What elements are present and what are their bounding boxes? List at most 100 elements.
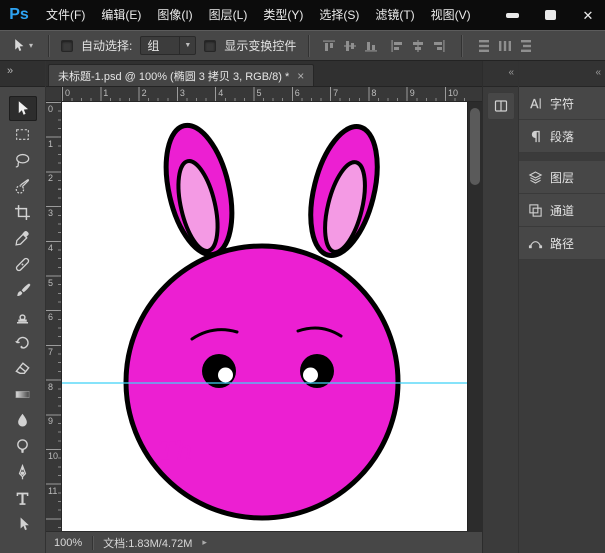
blur-tool[interactable] (9, 408, 37, 433)
document-tab-bar: 未标题-1.psd @ 100% (椭圆 3 拷贝 3, RGB/8) * × (46, 61, 482, 87)
tool-preset-picker[interactable]: ▾ (8, 36, 36, 55)
crop-icon (14, 204, 31, 221)
pen-tool[interactable] (9, 460, 37, 485)
history-brush-tool[interactable] (9, 330, 37, 355)
zoom-level-field[interactable]: 100% (54, 537, 82, 549)
distribute-horizontal-centers-button[interactable] (497, 38, 513, 54)
auto-select-checkbox[interactable] (61, 40, 73, 52)
tab-close-icon[interactable]: × (297, 70, 304, 82)
maximize-button[interactable] (539, 6, 561, 24)
group-dropdown[interactable]: 组 ▼ (140, 36, 196, 55)
photoshop-window: Ps 文件(F)编辑(E)图像(I)图层(L)类型(Y)选择(S)滤镜(T)视图… (0, 0, 605, 553)
caret-down-icon: ▾ (29, 41, 33, 50)
document-tab-title: 未标题-1.psd @ 100% (椭圆 3 拷贝 3, RGB/8) * (58, 68, 289, 84)
eyedropper-tool[interactable] (9, 226, 37, 251)
quick-selection-tool[interactable] (9, 174, 37, 199)
h-ruler-number: 10 (448, 89, 458, 98)
paths-icon (528, 236, 543, 251)
options-separator (308, 35, 309, 57)
crop-tool[interactable] (9, 200, 37, 225)
document-tab[interactable]: 未标题-1.psd @ 100% (椭圆 3 拷贝 3, RGB/8) * × (48, 64, 314, 86)
left-eye-highlight (218, 368, 233, 383)
path-selection-tool[interactable] (9, 512, 37, 537)
move-tool[interactable] (9, 96, 37, 121)
status-menu-arrow-icon[interactable]: ▸ (202, 537, 207, 548)
ruler-corner (46, 87, 62, 102)
collapse-tools-icon[interactable]: » (0, 61, 45, 87)
document-area: 未标题-1.psd @ 100% (椭圆 3 拷贝 3, RGB/8) * × … (46, 61, 482, 553)
h-ruler-number: 0 (65, 89, 70, 98)
v-ruler-number: 7 (48, 348, 53, 357)
align-bottom-edges-button[interactable] (363, 38, 379, 54)
brush-tool[interactable] (9, 278, 37, 303)
collapse-dock-icon[interactable]: « (483, 61, 518, 87)
menu-list: 文件(F)编辑(E)图像(I)图层(L)类型(Y)选择(S)滤镜(T)视图(V) (38, 0, 479, 30)
head (126, 246, 398, 518)
canvas[interactable]: Th (62, 102, 467, 531)
vertical-scrollbar[interactable] (467, 102, 482, 531)
lasso-tool[interactable] (9, 148, 37, 173)
character-icon (528, 96, 543, 111)
menu-bar: Ps 文件(F)编辑(E)图像(I)图层(L)类型(Y)选择(S)滤镜(T)视图… (0, 0, 605, 30)
spot-healing-brush-tool[interactable] (9, 252, 37, 277)
scrollbar-thumb[interactable] (470, 108, 480, 185)
toolbar-tools (0, 87, 45, 537)
v-ruler-number: 11 (48, 487, 57, 496)
clone-stamp-icon (14, 308, 31, 325)
options-bar: ▾ 自动选择: 组 ▼ 显示变换控件 (0, 30, 605, 61)
history-brush-icon (14, 334, 31, 351)
panel-buttons: 字符段落图层通道路径 (519, 87, 605, 260)
close-button[interactable]: ✕ (577, 6, 599, 24)
collapse-dock-icon[interactable]: « (519, 61, 605, 87)
tools-panel: » (0, 61, 46, 553)
type-tool[interactable] (9, 486, 37, 511)
align-top-edges-button[interactable] (321, 38, 337, 54)
layers-icon (528, 170, 543, 185)
right-panel-dock: « « 字符段落图层通道路径 (482, 61, 605, 553)
align-right-edges-button[interactable] (431, 38, 447, 54)
eraser-tool[interactable] (9, 356, 37, 381)
panel-button-paragraph[interactable]: 段落 (519, 120, 605, 153)
spot-healing-brush-icon (14, 256, 31, 273)
gradient-tool[interactable] (9, 382, 37, 407)
panel-button-channels[interactable]: 通道 (519, 194, 605, 227)
v-ruler-number: 8 (48, 383, 53, 392)
blur-icon (14, 412, 31, 429)
align-vertical-centers-button[interactable] (342, 38, 358, 54)
panel-label: 字符 (550, 95, 574, 112)
collapsed-panel-button[interactable] (487, 92, 515, 120)
distribute-left-edges-button[interactable] (476, 38, 492, 54)
align-horizontal-centers-button[interactable] (410, 38, 426, 54)
right-eye-highlight (303, 368, 318, 383)
menu-image[interactable]: 图像(I) (149, 0, 200, 30)
show-transform-checkbox[interactable] (204, 40, 216, 52)
menu-type[interactable]: 类型(Y) (255, 0, 311, 30)
window-controls: ✕ (501, 0, 599, 30)
menu-edit[interactable]: 编辑(E) (93, 0, 149, 30)
group-dropdown-value: 组 (147, 37, 159, 54)
panel-button-paths[interactable]: 路径 (519, 227, 605, 260)
panel-button-layers[interactable]: 图层 (519, 161, 605, 194)
menu-filter[interactable]: 滤镜(T) (367, 0, 422, 30)
menu-file[interactable]: 文件(F) (38, 0, 93, 30)
gradient-icon (14, 386, 31, 403)
narrow-dock: « (483, 61, 519, 553)
panel-button-character[interactable]: 字符 (519, 87, 605, 120)
distribute-right-edges-button[interactable] (518, 38, 534, 54)
clone-stamp-tool[interactable] (9, 304, 37, 329)
minimize-button[interactable] (501, 6, 523, 24)
dodge-tool[interactable] (9, 434, 37, 459)
show-transform-label: 显示变换控件 (224, 37, 296, 54)
align-left-edges-button[interactable] (389, 38, 405, 54)
rectangular-marquee-tool[interactable] (9, 122, 37, 147)
menu-select[interactable]: 选择(S) (311, 0, 367, 30)
panel-label: 通道 (550, 202, 574, 219)
v-ruler-number: 3 (48, 209, 53, 218)
dodge-icon (14, 438, 31, 455)
lasso-icon (14, 152, 31, 169)
menu-view[interactable]: 视图(V) (423, 0, 479, 30)
h-ruler-number: 1 (103, 89, 108, 98)
menu-layer[interactable]: 图层(L) (201, 0, 256, 30)
h-ruler-number: 3 (180, 89, 185, 98)
panel-label: 路径 (550, 235, 574, 252)
